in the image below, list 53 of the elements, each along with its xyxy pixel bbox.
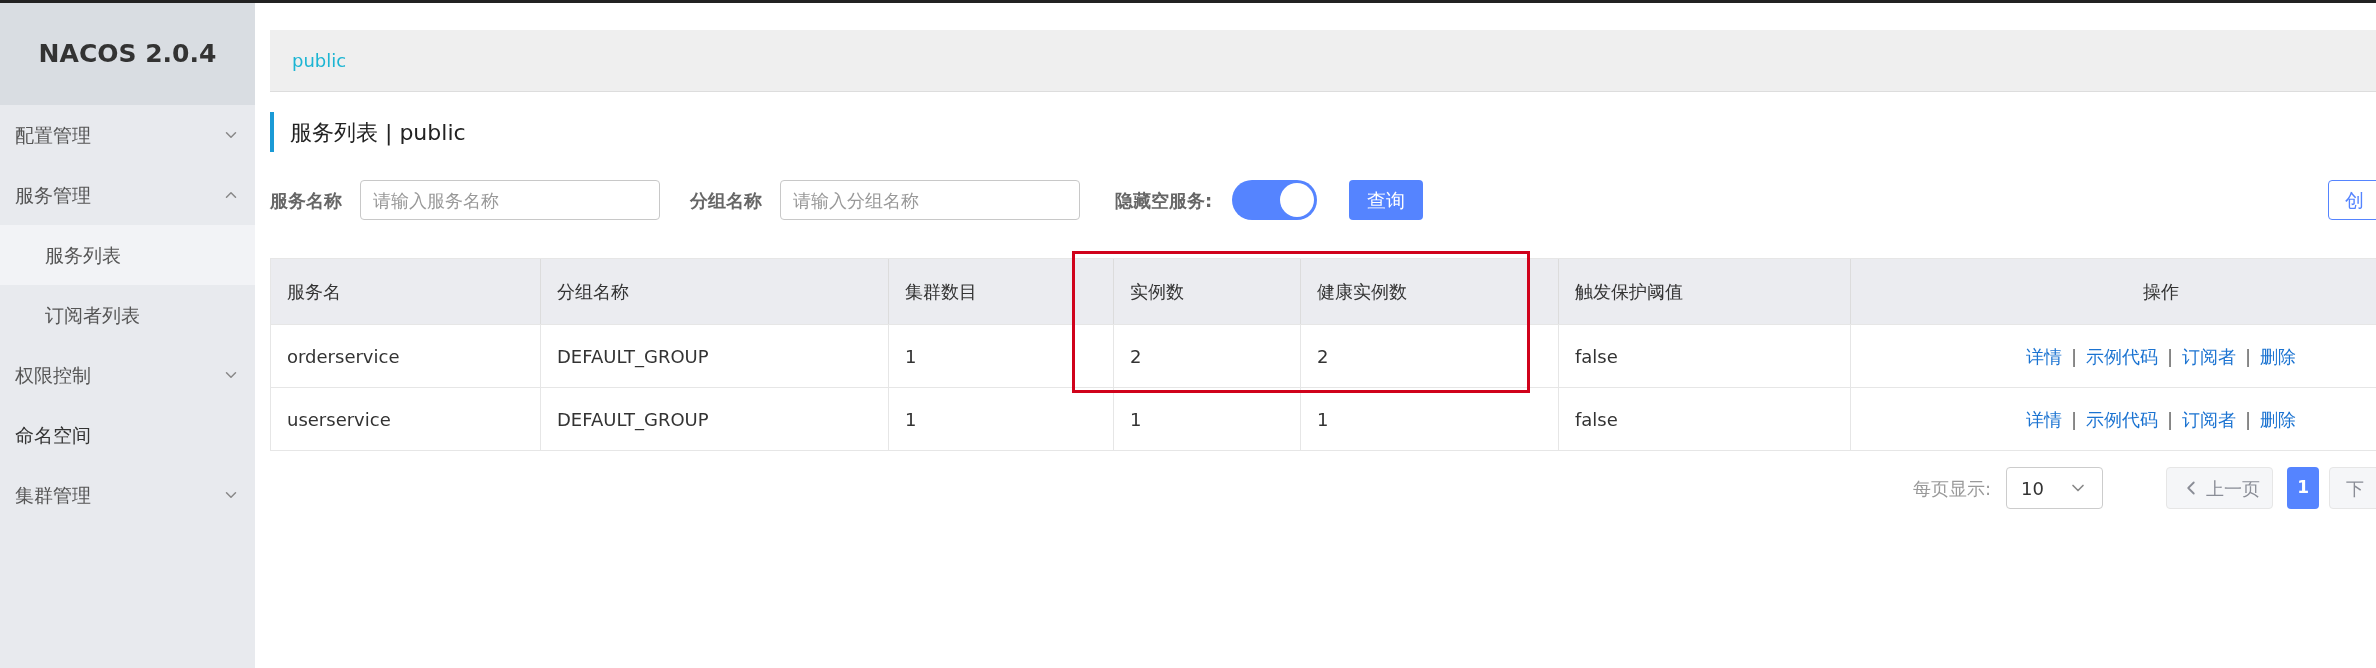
separator: | [2070, 344, 2077, 369]
table-cell: 2 [1301, 325, 1559, 387]
column-header: 触发保护阈值 [1559, 259, 1851, 324]
sidebar-subitem[interactable]: 服务列表 [0, 225, 255, 285]
table-cell: 1 [889, 388, 1114, 450]
table-cell: 1 [889, 325, 1114, 387]
create-button[interactable]: 创 [2328, 180, 2376, 220]
filter-label: 隐藏空服务: [1115, 188, 1213, 213]
query-button[interactable]: 查询 [1349, 180, 1424, 220]
page-size-label: 每页显示: [1913, 476, 1992, 501]
table-cell: userservice [271, 388, 541, 450]
table-cell: orderservice [271, 325, 541, 387]
action-link[interactable]: 订阅者 [2182, 405, 2237, 433]
sidebar-item[interactable]: 服务管理 [0, 165, 255, 225]
toggle-switch[interactable] [1232, 180, 1318, 220]
column-header: 分组名称 [541, 259, 889, 324]
action-link[interactable]: 删除 [2260, 405, 2297, 433]
filter-input[interactable]: 请输入服务名称 [360, 180, 660, 220]
column-header: 服务名 [271, 259, 541, 324]
page-title: 服务列表 | public [270, 112, 2376, 152]
separator: | [2166, 344, 2174, 369]
table-cell: 1 [1114, 388, 1301, 450]
action-link[interactable]: 删除 [2260, 342, 2297, 370]
action-link[interactable]: 详情 [2025, 342, 2062, 370]
column-header: 操作 [1851, 259, 2376, 324]
separator: | [2070, 407, 2077, 432]
action-link[interactable]: 示例代码 [2085, 405, 2158, 433]
column-header: 健康实例数 [1301, 259, 1559, 324]
table-cell: false [1559, 388, 1851, 450]
action-link[interactable]: 详情 [2025, 405, 2062, 433]
table-cell: DEFAULT_GROUP [541, 325, 889, 387]
filter-label: 服务名称 [270, 188, 343, 213]
sidebar-item[interactable]: 配置管理 [0, 105, 255, 165]
separator: | [2245, 344, 2252, 369]
sidebar-item[interactable]: 命名空间 [0, 405, 255, 465]
sidebar-item[interactable]: 集群管理 [0, 465, 255, 525]
column-header: 集群数目 [889, 259, 1114, 324]
filter-label: 分组名称 [690, 188, 763, 213]
column-header: 实例数 [1114, 259, 1301, 324]
table-cell: 1 [1301, 388, 1559, 450]
app-title: NACOS 2.0.4 [38, 38, 217, 71]
page-size-select[interactable]: 10 [2006, 467, 2104, 509]
table-cell: false [1559, 325, 1851, 387]
separator: | [2245, 407, 2252, 432]
action-link[interactable]: 示例代码 [2085, 342, 2158, 370]
sidebar-subitem[interactable]: 订阅者列表 [0, 285, 255, 345]
separator: | [2166, 407, 2174, 432]
page-number-button[interactable]: 1 [2287, 467, 2320, 509]
action-link[interactable]: 订阅者 [2182, 342, 2237, 370]
table-cell: DEFAULT_GROUP [541, 388, 889, 450]
table-cell: 2 [1114, 325, 1301, 387]
filter-input[interactable]: 请输入分组名称 [780, 180, 1080, 220]
sidebar-item[interactable]: 权限控制 [0, 345, 255, 405]
